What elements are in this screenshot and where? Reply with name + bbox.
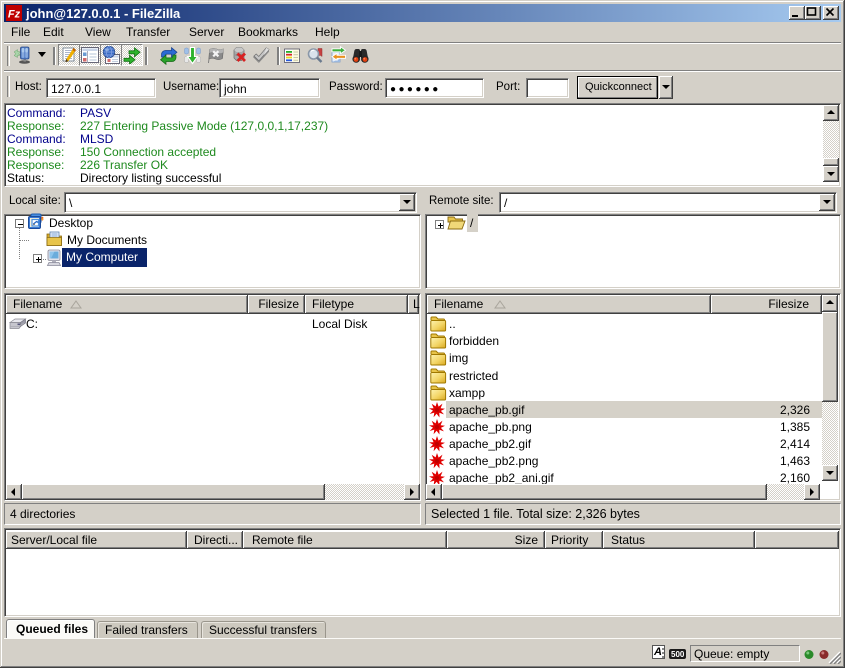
svg-text:Fz: Fz — [8, 9, 21, 21]
